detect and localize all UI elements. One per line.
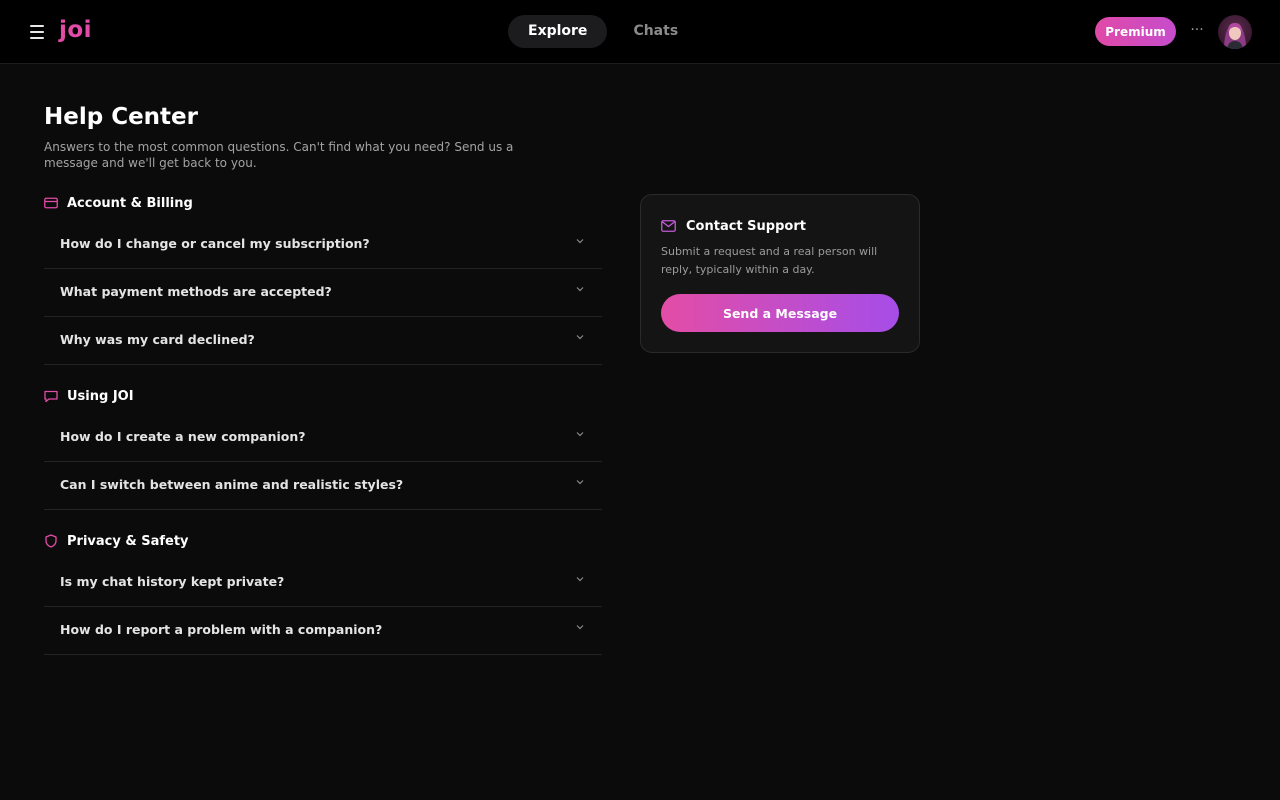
faq-item[interactable]: What payment methods are accepted? <box>44 269 602 317</box>
section-using-joi: Using JOI <box>44 386 134 406</box>
faq-item[interactable]: Why was my card declined? <box>44 317 602 365</box>
section-title: Using JOI <box>67 388 134 404</box>
tab-chats[interactable]: Chats <box>613 15 698 48</box>
section-title: Privacy & Safety <box>67 533 189 549</box>
chevron-down-icon <box>576 239 584 244</box>
premium-button[interactable]: Premium <box>1095 17 1176 46</box>
faq-question: Is my chat history kept private? <box>60 574 285 589</box>
faq-item[interactable]: How do I report a problem with a compani… <box>44 607 602 655</box>
faq-item[interactable]: How do I create a new companion? <box>44 414 602 462</box>
more-options-icon[interactable]: ··· <box>1187 20 1207 40</box>
contact-support-card: Contact Support Submit a request and a r… <box>640 194 920 353</box>
hamburger-menu-icon[interactable] <box>27 23 47 41</box>
nav-tabs: Explore Chats <box>508 15 698 48</box>
chevron-down-icon <box>576 625 584 630</box>
top-bar: joi Explore Chats Premium ··· <box>0 0 1280 64</box>
chevron-down-icon <box>576 432 584 437</box>
avatar[interactable] <box>1218 15 1252 49</box>
credit-card-icon <box>44 196 58 210</box>
faq-item[interactable]: How do I change or cancel my subscriptio… <box>44 221 602 269</box>
chevron-down-icon <box>576 335 584 340</box>
faq-question: How do I change or cancel my subscriptio… <box>60 236 370 251</box>
chat-bubble-icon <box>44 389 58 403</box>
faq-item[interactable]: Can I switch between anime and realistic… <box>44 462 602 510</box>
chevron-down-icon <box>576 480 584 485</box>
section-account-billing: Account & Billing <box>44 193 193 213</box>
mail-icon <box>661 217 676 236</box>
chevron-down-icon <box>576 287 584 292</box>
send-message-button[interactable]: Send a Message <box>661 294 899 332</box>
faq-question: Can I switch between anime and realistic… <box>60 477 404 492</box>
tab-explore[interactable]: Explore <box>508 15 608 48</box>
contact-description: Submit a request and a real person will … <box>661 245 878 276</box>
section-privacy-safety: Privacy & Safety <box>44 531 189 551</box>
page-title: Help Center <box>44 104 198 130</box>
faq-item[interactable]: Is my chat history kept private? <box>44 559 602 607</box>
contact-title: Contact Support <box>686 219 806 234</box>
app-logo[interactable]: joi <box>59 17 92 43</box>
faq-question: Why was my card declined? <box>60 332 255 347</box>
page-subtitle: Answers to the most common questions. Ca… <box>44 140 514 170</box>
shield-icon <box>44 534 58 548</box>
faq-question: How do I report a problem with a compani… <box>60 622 383 637</box>
section-title: Account & Billing <box>67 195 193 211</box>
faq-question: How do I create a new companion? <box>60 429 306 444</box>
contact-header: Contact Support <box>661 217 806 236</box>
faq-question: What payment methods are accepted? <box>60 284 332 299</box>
avatar-image <box>1224 23 1246 49</box>
chevron-down-icon <box>576 577 584 582</box>
